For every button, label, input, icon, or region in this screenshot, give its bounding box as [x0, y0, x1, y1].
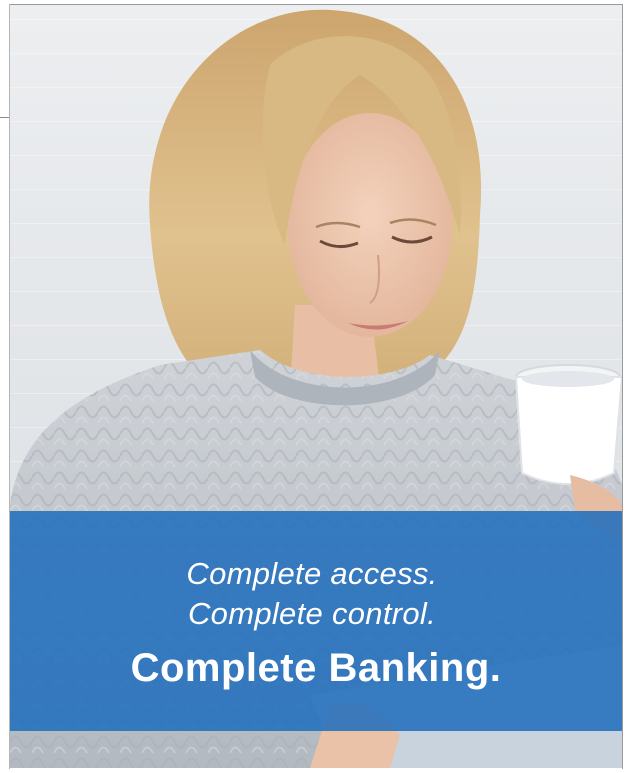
frame-border-left — [9, 4, 10, 769]
frame-border-top — [10, 4, 622, 5]
frame-border-right — [622, 4, 623, 769]
tagline-banner: Complete access. Complete control. Compl… — [10, 511, 622, 731]
tagline-line-1: Complete access. — [186, 556, 438, 591]
tagline-line-2: Complete control. — [187, 596, 437, 631]
headline: Complete Banking. — [130, 646, 502, 690]
